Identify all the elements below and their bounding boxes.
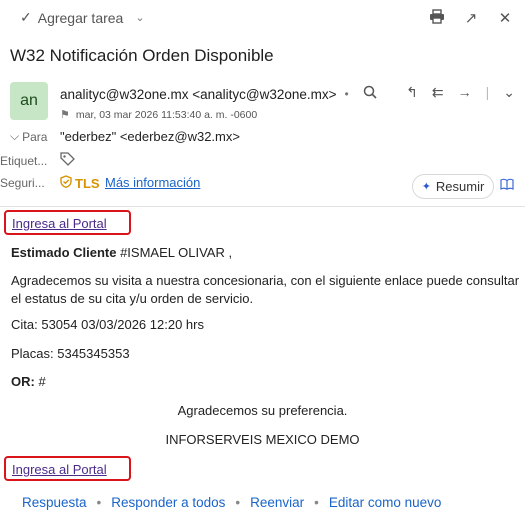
tags-label: Etiquet... (0, 154, 48, 168)
portal-highlight-top: Ingresa al Portal (4, 210, 131, 235)
edit-as-new-button[interactable]: Editar como nuevo (329, 495, 442, 510)
reply-icon[interactable]: ↰ (406, 84, 418, 101)
forward-icon[interactable]: → (458, 84, 472, 101)
print-icon[interactable] (429, 9, 445, 28)
chevron-circle-icon[interactable]: ⌵ (10, 129, 19, 144)
to-label: ⌵ Para (10, 129, 48, 144)
date-line: ⚑ mar, 03 mar 2026 11:53:40 a. m. -0600 (60, 108, 258, 122)
sparkle-icon: ✦ (421, 181, 431, 193)
avatar[interactable]: an (10, 82, 48, 120)
to-value[interactable]: "ederbez" <ederbez@w32.mx> (60, 129, 240, 144)
tag-icon[interactable] (60, 152, 75, 170)
portal-highlight-bottom: Ingresa al Portal (4, 456, 131, 481)
body-paragraph: Agradecemos su visita a nuestra concesio… (11, 273, 520, 306)
separator-dot: • (235, 495, 241, 510)
book-icon[interactable] (500, 178, 514, 193)
summarize-button[interactable]: ✦ Resumir (412, 174, 494, 199)
search-icon[interactable] (363, 85, 377, 103)
portal-link-top[interactable]: Ingresa al Portal (12, 216, 107, 231)
divider-icon: | (485, 84, 490, 100)
greeting: Estimado Cliente #ISMAEL OLIVAR , (11, 245, 233, 260)
order-info: OR: # (11, 374, 46, 389)
check-icon: ✓ (20, 9, 32, 25)
reply-button[interactable]: Respuesta (22, 495, 87, 510)
portal-link-bottom[interactable]: Ingresa al Portal (12, 462, 107, 477)
reply-all-icon[interactable]: ⇇ (432, 84, 444, 101)
shield-check-icon (60, 175, 72, 191)
plates-info: Placas: 5345345353 (11, 346, 130, 361)
separator-dot: • (314, 495, 319, 510)
chevron-down-icon[interactable]: ⌄ (503, 84, 515, 101)
separator-dot: • (96, 495, 102, 510)
company-name: INFORSERVEIS MEXICO DEMO (165, 432, 360, 447)
close-icon[interactable]: ✕ (497, 9, 513, 28)
security-label: Seguri... (0, 176, 45, 190)
reply-actions: Respuesta • Responder a todos • Reenviar… (22, 495, 441, 510)
reply-all-button[interactable]: Responder a todos (111, 495, 225, 510)
top-toolbar: ✓ Agregar tarea ⌄ ↗ ✕ (0, 0, 525, 38)
popout-icon[interactable]: ↗ (463, 9, 479, 28)
flag-icon[interactable]: ⚑ (60, 108, 70, 121)
separator-dot: • (344, 87, 349, 101)
header-divider (0, 206, 525, 207)
sender-address[interactable]: analityc@w32one.mx <analityc@w32one.mx> (60, 87, 337, 102)
tls-badge: TLS (60, 175, 100, 191)
add-task-button[interactable]: ✓ Agregar tarea ⌄ (20, 9, 145, 26)
email-date: mar, 03 mar 2026 11:53:40 a. m. -0600 (75, 108, 258, 121)
message-actions: ↰ ⇇ → | ⌄ (406, 84, 515, 101)
sender-line: analityc@w32one.mx <analityc@w32one.mx> … (60, 85, 377, 103)
forward-button[interactable]: Reenviar (250, 495, 304, 510)
add-task-label: Agregar tarea (37, 9, 124, 26)
appointment-info: Cita: 53054 03/03/2026 12:20 hrs (11, 317, 204, 332)
more-info-link[interactable]: Más información (105, 175, 200, 190)
thanks-text: Agradecemos su preferencia. (177, 403, 348, 418)
email-subject: W32 Notificación Orden Disponible (10, 46, 274, 65)
window-actions: ↗ ✕ (429, 9, 513, 28)
chevron-down-icon[interactable]: ⌄ (135, 11, 144, 24)
